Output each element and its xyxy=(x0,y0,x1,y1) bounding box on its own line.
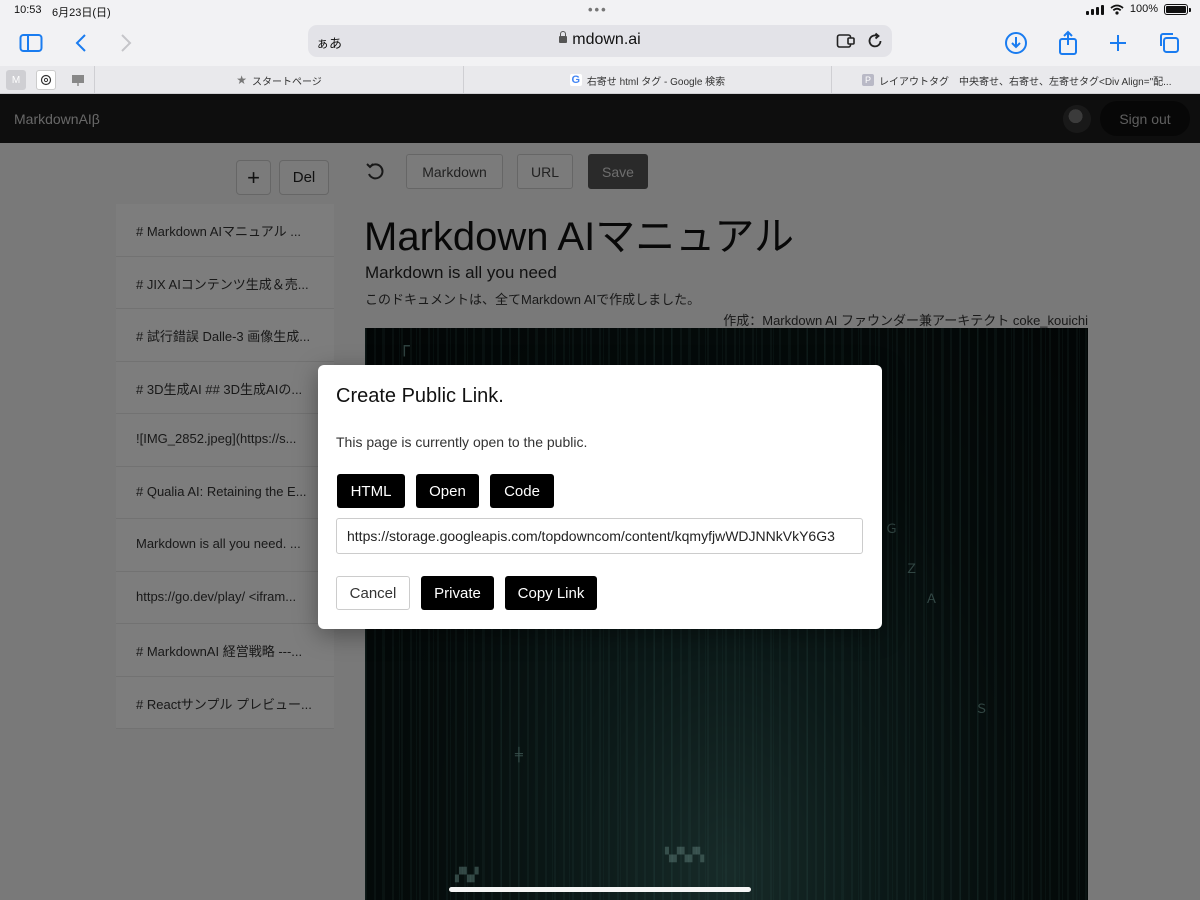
pinned-tab-presentation-icon[interactable] xyxy=(68,70,88,90)
create-public-link-dialog: Create Public Link. This page is current… xyxy=(318,365,882,629)
dialog-message: This page is currently open to the publi… xyxy=(336,434,588,450)
tab-label: スタートページ xyxy=(251,76,322,88)
sidebar-toggle-icon[interactable] xyxy=(16,28,46,58)
wifi-icon xyxy=(1110,4,1124,15)
downloads-icon[interactable] xyxy=(1001,28,1031,58)
forward-icon[interactable] xyxy=(111,28,141,58)
browser-toolbar: ぁあ mdown.ai xyxy=(0,22,1200,66)
battery-percent: 100% xyxy=(1129,3,1158,15)
back-icon[interactable] xyxy=(66,28,96,58)
page-favicon-icon: P xyxy=(862,74,874,86)
multitasking-dots-icon[interactable]: ••• xyxy=(588,2,608,17)
star-icon: ★ xyxy=(236,73,247,87)
google-icon: G xyxy=(569,74,582,86)
tab-start-page[interactable]: ★ スタートページ xyxy=(94,66,463,94)
lock-icon xyxy=(559,31,568,43)
battery-icon xyxy=(1164,3,1191,15)
html-button[interactable]: HTML xyxy=(337,474,405,508)
share-icon[interactable] xyxy=(1053,28,1083,58)
new-tab-icon[interactable] xyxy=(1103,28,1133,58)
url-text: mdown.ai xyxy=(572,31,641,48)
public-link-field[interactable] xyxy=(336,518,863,554)
address-bar[interactable]: ぁあ mdown.ai xyxy=(308,25,892,57)
tab-label: レイアウトタグ 中央寄せ、右寄せ、左寄せタグ<Div Align="配... xyxy=(879,76,1172,88)
copy-link-button[interactable]: Copy Link xyxy=(505,576,597,610)
reload-icon[interactable] xyxy=(866,32,884,50)
private-button[interactable]: Private xyxy=(421,576,494,610)
cancel-button[interactable]: Cancel xyxy=(336,576,410,610)
status-time: 10:53 xyxy=(14,4,42,16)
open-button[interactable]: Open xyxy=(416,474,479,508)
status-bar: 10:53 6月23日(日) ••• 100% xyxy=(0,0,1200,22)
tab-bar: M ★ スタートページ G 右寄せ html タグ - Google 検索 P … xyxy=(0,66,1200,94)
pinned-tab-label: M xyxy=(11,74,21,86)
tab-overview-icon[interactable] xyxy=(1154,28,1184,58)
extension-icon[interactable] xyxy=(836,32,856,50)
tab-layout-tags[interactable]: P レイアウトタグ 中央寄せ、右寄せ、左寄せタグ<Div Align="配... xyxy=(831,66,1200,94)
url-display[interactable]: mdown.ai xyxy=(308,31,892,49)
pinned-tab-openai-icon[interactable] xyxy=(36,70,56,90)
tab-label: 右寄せ html タグ - Google 検索 xyxy=(586,76,726,88)
status-date: 6月23日(日) xyxy=(52,7,111,19)
tab-google-search[interactable]: G 右寄せ html タグ - Google 検索 xyxy=(463,66,831,94)
dialog-title: Create Public Link. xyxy=(336,385,504,407)
code-button[interactable]: Code xyxy=(490,474,554,508)
cellular-signal-icon xyxy=(1085,4,1104,15)
pinned-tab-m[interactable]: M xyxy=(6,70,26,90)
home-indicator[interactable] xyxy=(449,887,751,892)
